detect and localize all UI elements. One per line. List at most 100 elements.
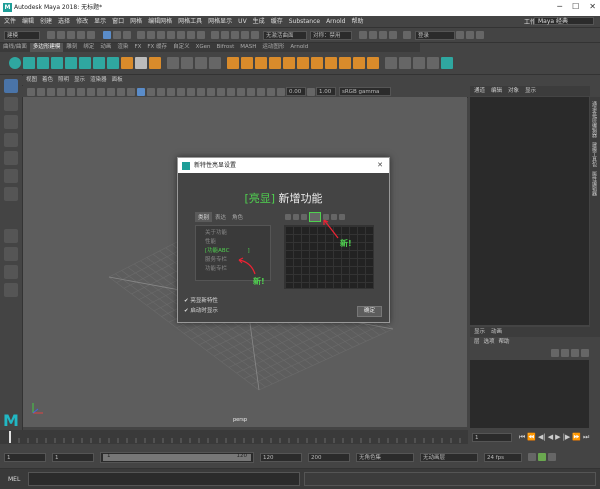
ambient-occlusion-icon[interactable] bbox=[197, 87, 205, 96]
shadows-icon[interactable] bbox=[187, 87, 195, 96]
motion-blur-icon[interactable] bbox=[207, 87, 215, 96]
image-plane-icon[interactable] bbox=[57, 87, 65, 96]
snap-point-icon[interactable] bbox=[231, 31, 239, 39]
render-frame-icon[interactable] bbox=[359, 31, 367, 39]
menu-file[interactable]: 文件 bbox=[4, 16, 16, 27]
subtab-character[interactable]: 角色 bbox=[229, 212, 246, 222]
side-tab-modeling-toolkit[interactable]: 建模工具包 bbox=[591, 142, 598, 167]
fill-hole-icon[interactable] bbox=[269, 57, 281, 69]
ok-button[interactable]: 确定 bbox=[357, 306, 382, 317]
menu-edit[interactable]: 编辑 bbox=[22, 16, 34, 27]
exposure-field[interactable]: 0.00 bbox=[286, 87, 306, 96]
smooth-shade-icon[interactable] bbox=[147, 87, 155, 96]
menu-arnold[interactable]: Arnold bbox=[326, 16, 345, 27]
bevel-icon[interactable] bbox=[255, 57, 267, 69]
append-icon[interactable] bbox=[283, 57, 295, 69]
preview-tool-icon[interactable] bbox=[301, 214, 307, 220]
list-item-selected[interactable]: [功能ABC] bbox=[199, 247, 267, 256]
go-to-start-icon[interactable]: ⏮ bbox=[519, 433, 525, 442]
shelf-tab-fx[interactable]: FX bbox=[131, 43, 144, 52]
time-slider[interactable] bbox=[0, 430, 468, 444]
poly-torus-icon[interactable] bbox=[65, 57, 77, 69]
safe-title-icon[interactable] bbox=[127, 87, 135, 96]
scale-tool-icon[interactable] bbox=[4, 169, 18, 183]
snap-curve-icon[interactable] bbox=[221, 31, 229, 39]
select-tool-icon[interactable] bbox=[4, 79, 18, 93]
channel-menu-edit[interactable]: 编辑 bbox=[491, 86, 502, 96]
pick-mask-icon-2[interactable] bbox=[147, 31, 155, 39]
redo-icon[interactable] bbox=[87, 31, 95, 39]
shelf-tab-animation[interactable]: 动画 bbox=[97, 43, 114, 52]
pick-mask-icon-6[interactable] bbox=[187, 31, 195, 39]
shelf-tab-sculpt[interactable]: 雕刻 bbox=[63, 43, 80, 52]
panel-toggle-icon-2[interactable] bbox=[466, 31, 474, 39]
preview-tool-icon[interactable] bbox=[293, 214, 299, 220]
list-item[interactable]: 关于功能 bbox=[199, 229, 267, 238]
gate-mask-icon[interactable] bbox=[97, 87, 105, 96]
undo-icon[interactable] bbox=[77, 31, 85, 39]
channel-box[interactable] bbox=[470, 97, 589, 325]
target-weld-icon[interactable] bbox=[367, 57, 379, 69]
isolate-select-icon[interactable] bbox=[237, 87, 245, 96]
shelf-tab-custom[interactable]: 自定义 bbox=[170, 43, 193, 52]
menu-window[interactable]: 窗口 bbox=[112, 16, 124, 27]
subtab-expression[interactable]: 表达 bbox=[212, 212, 229, 222]
menu-mesh-tools[interactable]: 网格工具 bbox=[178, 16, 202, 27]
text-icon[interactable] bbox=[135, 57, 147, 69]
pick-mask-icon-4[interactable] bbox=[167, 31, 175, 39]
mode-select[interactable]: 建模 bbox=[4, 30, 40, 40]
poly-cone-icon[interactable] bbox=[51, 57, 63, 69]
range-slider[interactable]: 1 120 bbox=[100, 451, 254, 463]
menu-mesh-display[interactable]: 网格显示 bbox=[208, 16, 232, 27]
channel-menu-object[interactable]: 对象 bbox=[508, 86, 519, 96]
ipr-render-icon[interactable] bbox=[369, 31, 377, 39]
merge-icon[interactable] bbox=[297, 57, 309, 69]
shelf-tab-arnold[interactable]: Arnold bbox=[287, 43, 311, 52]
wireframe-on-shaded-icon[interactable] bbox=[157, 87, 165, 96]
close-icon[interactable]: ✕ bbox=[589, 2, 596, 11]
planar-map-icon[interactable] bbox=[399, 57, 411, 69]
rotate-tool-icon[interactable] bbox=[4, 151, 18, 165]
shelf-tab-xgen[interactable]: XGen bbox=[193, 43, 214, 52]
auto-map-icon[interactable] bbox=[413, 57, 425, 69]
vp-menu-renderer[interactable]: 渲染器 bbox=[90, 76, 107, 85]
layer-list[interactable] bbox=[470, 360, 589, 428]
xray-active-icon[interactable] bbox=[267, 87, 275, 96]
poly-platonic-icon[interactable] bbox=[107, 57, 119, 69]
shelf-tab-fx-cache[interactable]: FX 缓存 bbox=[144, 43, 170, 52]
shelf-tab-motion-graphics[interactable]: 运动图形 bbox=[259, 43, 287, 52]
menu-cache[interactable]: 缓存 bbox=[271, 16, 283, 27]
vp-menu-view[interactable]: 视图 bbox=[26, 76, 37, 85]
bridge-icon[interactable] bbox=[241, 57, 253, 69]
poly-plane-icon[interactable] bbox=[79, 57, 91, 69]
smooth-icon[interactable] bbox=[195, 57, 207, 69]
camera-attr-icon[interactable] bbox=[37, 87, 45, 96]
login-button[interactable]: 登录 bbox=[415, 30, 455, 40]
input-box-icon[interactable] bbox=[403, 31, 411, 39]
symmetry-field[interactable]: 对称：禁用 bbox=[310, 30, 352, 40]
pick-mask-icon-7[interactable] bbox=[197, 31, 205, 39]
depth-of-field-icon[interactable] bbox=[227, 87, 235, 96]
layer-move-up-icon[interactable] bbox=[551, 349, 559, 357]
maximize-icon[interactable]: ☐ bbox=[572, 2, 579, 11]
multi-cut-icon[interactable] bbox=[353, 57, 365, 69]
svg-icon[interactable] bbox=[149, 57, 161, 69]
workspace-select[interactable]: Maya 经典 bbox=[534, 17, 594, 25]
save-scene-icon[interactable] bbox=[67, 31, 75, 39]
four-view-layout-icon[interactable] bbox=[4, 247, 18, 261]
side-tab-channel-box[interactable]: 通道盒/层编辑器 bbox=[591, 101, 598, 138]
step-forward-key-icon[interactable]: ⏩ bbox=[572, 433, 581, 441]
play-forward-icon[interactable]: ▶ bbox=[555, 433, 560, 441]
shelf-tab-rigging[interactable]: 绑定 bbox=[80, 43, 97, 52]
pick-mask-icon[interactable] bbox=[137, 31, 145, 39]
step-forward-icon[interactable]: |▶ bbox=[563, 433, 571, 441]
sweep-icon[interactable] bbox=[121, 57, 133, 69]
poly-disc-icon[interactable] bbox=[93, 57, 105, 69]
character-set-select[interactable]: 无角色集 bbox=[356, 452, 414, 462]
select-component-icon[interactable] bbox=[123, 31, 131, 39]
layer-menu-help[interactable]: 帮助 bbox=[499, 338, 510, 346]
last-tool-icon[interactable] bbox=[4, 187, 18, 201]
play-back-icon[interactable]: ◀ bbox=[548, 433, 553, 441]
collapse-icon[interactable] bbox=[311, 57, 323, 69]
uv-editor-icon[interactable] bbox=[385, 57, 397, 69]
